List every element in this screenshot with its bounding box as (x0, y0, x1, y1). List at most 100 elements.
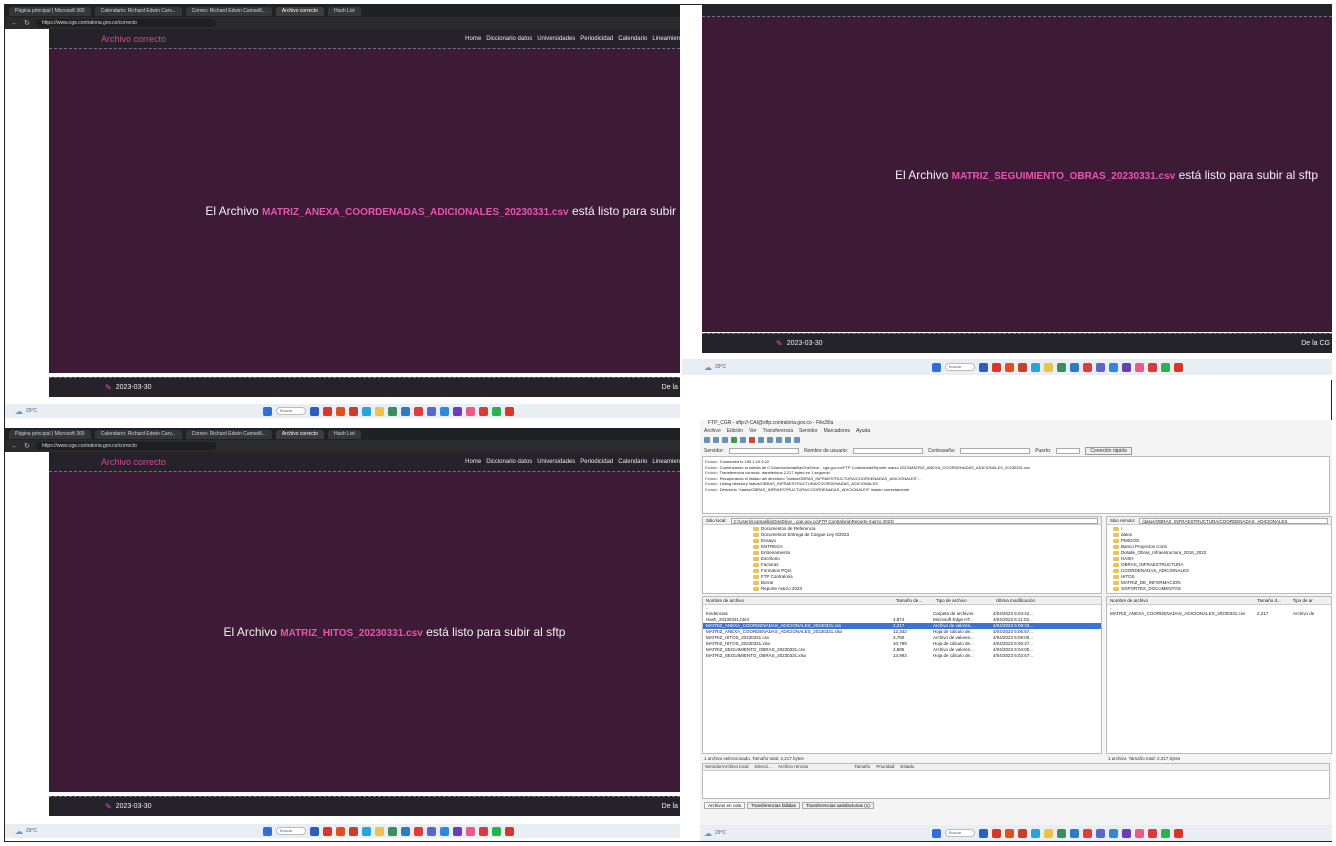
queue-col-local[interactable]: Servidor/Archivo local (705, 764, 749, 770)
menu-archivo[interactable]: Archivo (704, 428, 721, 435)
browser-tab[interactable]: Correo: Richard Edwin Camarill... (185, 6, 272, 16)
col-type[interactable]: Tipo de archivo (936, 598, 996, 604)
taskbar-app-icon[interactable] (401, 406, 410, 416)
taskbar-app-icon[interactable] (310, 406, 319, 416)
nav-home[interactable]: Home (465, 459, 481, 465)
taskbar-app-icon[interactable] (414, 406, 423, 416)
browser-tab[interactable]: Página principal | Microsoft 365 (9, 6, 91, 16)
taskbar-app-icon[interactable] (1135, 362, 1144, 372)
taskbar-app-icon[interactable] (1031, 828, 1040, 838)
col-size[interactable]: Tamaño d... (1257, 598, 1292, 604)
taskbar-app-icon[interactable] (362, 826, 371, 836)
url-field[interactable]: https://www.cge.contraloria.gov.co/corre… (35, 19, 216, 27)
taskbar-app-icon[interactable] (1096, 828, 1105, 838)
password-input[interactable] (960, 447, 1031, 454)
taskbar-app-icon[interactable] (427, 826, 436, 836)
tab-queued[interactable]: Archivos en cola (704, 802, 746, 809)
taskbar-app-icon[interactable] (440, 406, 449, 416)
back-icon[interactable]: ← (11, 443, 18, 450)
tree-item[interactable]: Reporte marzo 2023 (753, 586, 1101, 592)
taskbar-app-icon[interactable] (1044, 828, 1053, 838)
menu-servidor[interactable]: Servidor (799, 428, 818, 435)
taskbar-app-icon[interactable] (505, 406, 514, 416)
taskbar-app-icon[interactable] (479, 406, 488, 416)
browser-tab[interactable]: Correo: Richard Edwin Camarill... (185, 429, 272, 439)
taskbar-app-icon[interactable] (375, 826, 384, 836)
tree-item[interactable]: SOPORTES_DOCUMENTOS (1113, 586, 1331, 592)
browser-tab[interactable]: Calendario: Richard Edwin Carv... (94, 6, 182, 16)
taskbar-app-icon[interactable] (336, 826, 345, 836)
taskbar-app-icon[interactable] (1018, 362, 1027, 372)
taskbar-app-icon[interactable] (492, 826, 501, 836)
browser-tab[interactable]: Hash List (327, 6, 361, 16)
disconnect-icon[interactable] (758, 437, 764, 443)
toggle-log-icon[interactable] (713, 437, 719, 443)
cancel-icon[interactable] (749, 437, 755, 443)
taskbar-app-icon[interactable] (479, 826, 488, 836)
menu-transferencia[interactable]: Transferencia (763, 428, 793, 435)
back-icon[interactable]: ← (11, 20, 18, 27)
taskbar-app-icon[interactable] (1109, 828, 1118, 838)
col-type[interactable]: Tipo de ar (1293, 598, 1328, 604)
taskbar-app-icon[interactable] (362, 406, 371, 416)
taskbar-app-icon[interactable] (1135, 828, 1144, 838)
taskbar-app-icon[interactable] (1174, 828, 1183, 838)
taskbar-app-icon[interactable] (323, 826, 332, 836)
taskbar-app-icon[interactable] (453, 826, 462, 836)
tab-failed[interactable]: Transferencias fallidas (747, 802, 800, 809)
nav-universidades[interactable]: Universidades (537, 36, 575, 42)
taskbar-search-box[interactable]: Buscar (945, 829, 975, 837)
taskbar-app-icon[interactable] (349, 406, 358, 416)
taskbar-app-icon[interactable] (979, 362, 988, 372)
menu-ver[interactable]: Ver (749, 428, 757, 435)
taskbar-app-icon[interactable] (1109, 362, 1118, 372)
taskbar-app-icon[interactable] (453, 406, 462, 416)
taskbar-app-icon[interactable] (1005, 362, 1014, 372)
taskbar-app-icon[interactable] (1122, 362, 1131, 372)
taskbar-search-box[interactable]: Buscar (945, 363, 975, 371)
menu-ayuda[interactable]: Ayuda (856, 428, 870, 435)
start-icon[interactable] (932, 828, 941, 838)
weather-widget[interactable]: ☁ 29°C (15, 407, 37, 416)
taskbar-app-icon[interactable] (1031, 362, 1040, 372)
taskbar-app-icon[interactable] (492, 406, 501, 416)
taskbar-app-icon[interactable] (310, 826, 319, 836)
remote-path-input[interactable]: /datos/OBRAS_INFRAESTRUCTURA/COORDENADAS… (1139, 517, 1328, 524)
taskbar-app-icon[interactable] (466, 406, 475, 416)
taskbar-app-icon[interactable] (1005, 828, 1014, 838)
queue-col-direction[interactable]: Direcci... (755, 764, 773, 770)
taskbar-app-icon[interactable] (401, 826, 410, 836)
taskbar-app-icon[interactable] (1070, 362, 1079, 372)
nav-diccionario[interactable]: Diccionario datos (486, 36, 532, 42)
start-icon[interactable] (263, 826, 272, 836)
taskbar-app-icon[interactable] (1083, 362, 1092, 372)
menu-marcadores[interactable]: Marcadores (824, 428, 850, 435)
taskbar-app-icon[interactable] (336, 406, 345, 416)
nav-universidades[interactable]: Universidades (537, 459, 575, 465)
taskbar-app-icon[interactable] (440, 826, 449, 836)
col-name[interactable]: Nombre de archivo (706, 598, 896, 604)
filter-icon[interactable] (776, 437, 782, 443)
col-name[interactable]: Nombre de archivo (1110, 598, 1257, 604)
start-icon[interactable] (932, 362, 941, 372)
port-input[interactable] (1056, 447, 1081, 454)
site-title[interactable]: Archivo correcto (101, 457, 166, 467)
nav-calendario[interactable]: Calendario (618, 36, 647, 42)
taskbar-app-icon[interactable] (992, 362, 1001, 372)
taskbar-search-box[interactable]: Buscar (276, 827, 306, 835)
taskbar-app-icon[interactable] (1018, 828, 1027, 838)
site-manager-icon[interactable] (704, 437, 710, 443)
nav-diccionario[interactable]: Diccionario datos (486, 459, 532, 465)
weather-widget[interactable]: ☁ 29°C (704, 363, 726, 372)
menu-edicion[interactable]: Edición (727, 428, 743, 435)
taskbar-app-icon[interactable] (427, 406, 436, 416)
nav-calendario[interactable]: Calendario (618, 459, 647, 465)
taskbar-app-icon[interactable] (1122, 828, 1131, 838)
browser-tab-active[interactable]: Archivo correcto (275, 6, 324, 16)
taskbar-app-icon[interactable] (1148, 828, 1157, 838)
reload-icon[interactable]: ↻ (24, 19, 30, 27)
browser-tab[interactable]: Página principal | Microsoft 365 (9, 429, 91, 439)
taskbar-app-icon[interactable] (992, 828, 1001, 838)
host-input[interactable] (729, 447, 800, 454)
file-row[interactable]: MATRIZ_SEGUIMIENTO_OBRAS_20230331.xlsx 14… (703, 653, 1101, 659)
